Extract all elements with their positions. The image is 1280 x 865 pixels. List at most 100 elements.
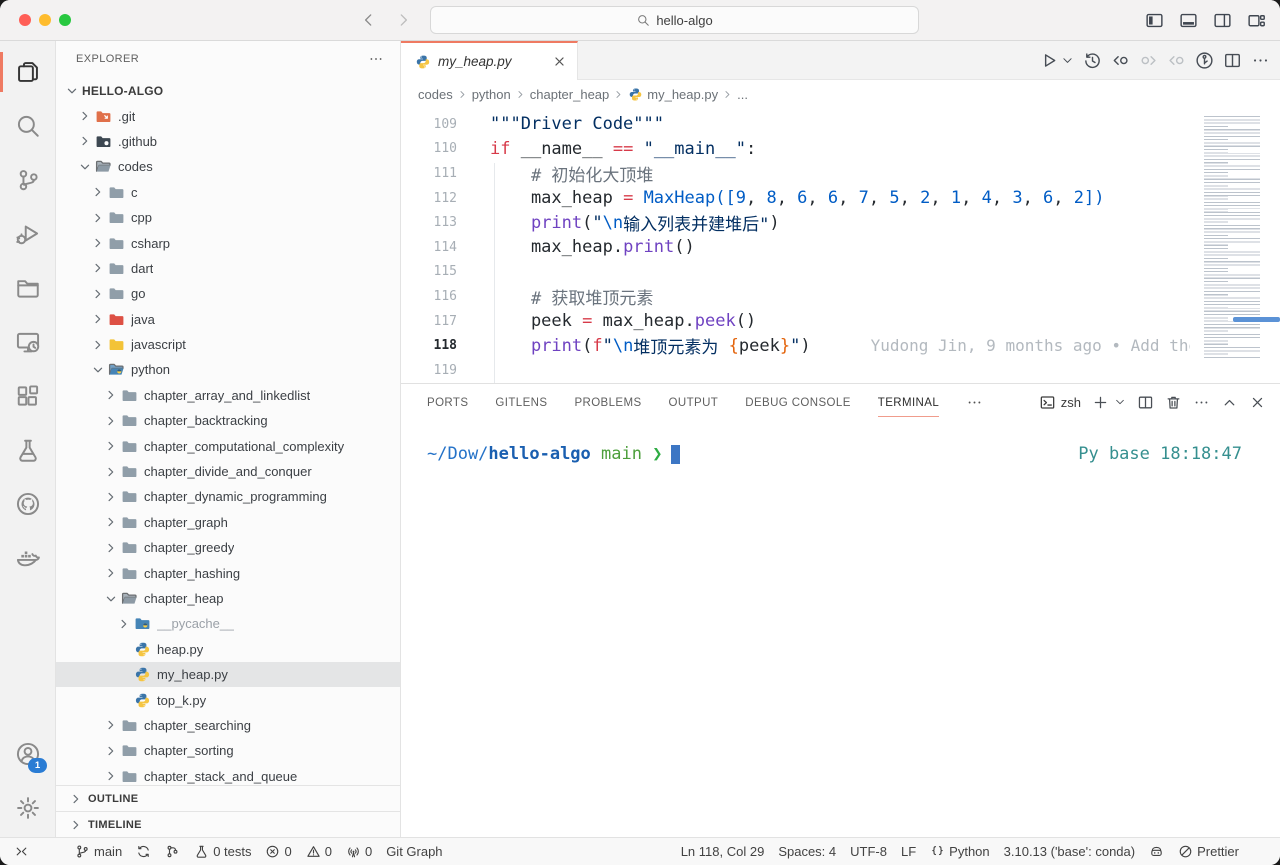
activity-testing-button[interactable]	[0, 425, 55, 475]
code-line-117[interactable]: 117 peek = max_heap.peek()	[401, 309, 1190, 334]
ellipsis-icon[interactable]	[1251, 51, 1270, 70]
navigate-forward-icon[interactable]	[394, 11, 412, 29]
chevron-down-icon[interactable]	[1114, 396, 1126, 408]
tree-item-chapter_heap[interactable]: chapter_heap	[56, 586, 400, 611]
code-line-111[interactable]: 111 # 初始化大顶堆	[401, 161, 1190, 186]
panel-tab-problems[interactable]: PROBLEMS	[574, 388, 641, 417]
tree-item-dart[interactable]: dart	[56, 256, 400, 281]
code-line-112[interactable]: 112 max_heap = MaxHeap([9, 8, 6, 6, 7, 5…	[401, 186, 1190, 211]
activity-search-button[interactable]	[0, 101, 55, 151]
status-branch[interactable]: main	[75, 844, 122, 859]
code-editor[interactable]: 109"""Driver Code"""110if __name__ == "_…	[401, 108, 1280, 383]
activity-remote-explorer-button[interactable]	[0, 317, 55, 367]
activity-project-folder-button[interactable]	[0, 263, 55, 313]
add-icon[interactable]	[1092, 394, 1109, 411]
tab-my-heap[interactable]: my_heap.py	[401, 41, 578, 80]
layout-sidebar-right-icon[interactable]	[1213, 11, 1232, 30]
close-window-button[interactable]	[19, 14, 31, 26]
activity-account-button[interactable]: 1	[0, 729, 55, 779]
tree-item-cpp[interactable]: cpp	[56, 205, 400, 230]
minimize-window-button[interactable]	[39, 14, 51, 26]
tree-item-__pycache__[interactable]: __pycache__	[56, 611, 400, 636]
status-beaker[interactable]: 0 tests	[194, 844, 251, 859]
history-icon[interactable]	[1083, 51, 1102, 70]
breadcrumb-item[interactable]: my_heap.py	[628, 87, 718, 102]
panel-more-tabs-icon[interactable]	[966, 394, 983, 411]
tree-item-top_kpy[interactable]: top_k.py	[56, 687, 400, 712]
minimap[interactable]	[1192, 108, 1280, 383]
command-center-search[interactable]: hello-algo	[430, 6, 919, 34]
breadcrumb-item[interactable]: python	[472, 87, 511, 102]
tree-item-my_heappy[interactable]: my_heap.py	[56, 662, 400, 687]
status-remote[interactable]	[14, 844, 29, 859]
status-radio-tower[interactable]: 0	[346, 844, 372, 859]
chevron-up-icon[interactable]	[1221, 394, 1238, 411]
status-braces[interactable]: Python	[930, 844, 989, 859]
close-icon[interactable]	[1249, 394, 1266, 411]
layout-panel-icon[interactable]	[1179, 11, 1198, 30]
status-bell[interactable]	[1253, 844, 1268, 859]
trash-icon[interactable]	[1165, 394, 1182, 411]
activity-settings-button[interactable]	[0, 783, 55, 833]
split-editor-icon[interactable]	[1137, 394, 1154, 411]
code-line-119[interactable]: 119	[401, 358, 1190, 383]
panel-tab-terminal[interactable]: TERMINAL	[878, 388, 939, 417]
tree-item-HELLO-ALGO[interactable]: HELLO-ALGO	[56, 78, 400, 103]
tree-item-chapter_hashing[interactable]: chapter_hashing	[56, 560, 400, 585]
code-line-118[interactable]: 118 print(f"\n堆顶元素为 {peek}")Yudong Jin, …	[401, 333, 1190, 358]
code-line-116[interactable]: 116 # 获取堆顶元素	[401, 284, 1190, 309]
tree-item-codes[interactable]: codes	[56, 154, 400, 179]
tree-item-go[interactable]: go	[56, 281, 400, 306]
code-line-115[interactable]: 115	[401, 260, 1190, 285]
explorer-actions-icon[interactable]	[368, 51, 384, 67]
tree-item-github[interactable]: .github	[56, 129, 400, 154]
panel-tab-gitlens[interactable]: GITLENS	[495, 388, 547, 417]
code-line-109[interactable]: 109"""Driver Code"""	[401, 112, 1190, 137]
tree-item-c[interactable]: c	[56, 180, 400, 205]
tree-item-python[interactable]: python	[56, 357, 400, 382]
code-line-114[interactable]: 114 max_heap.print()	[401, 235, 1190, 260]
breadcrumb-item[interactable]: ...	[737, 87, 748, 102]
tree-item-chapter_graph[interactable]: chapter_graph	[56, 510, 400, 535]
activity-run-debug-button[interactable]	[0, 209, 55, 259]
code-line-113[interactable]: 113 print("\n输入列表并建堆后")	[401, 210, 1190, 235]
status-copilot[interactable]	[1149, 844, 1164, 859]
tree-item-java[interactable]: java	[56, 307, 400, 332]
section-timeline[interactable]: TIMELINE	[56, 811, 400, 837]
tree-item-chapter_divide_and_conquer[interactable]: chapter_divide_and_conquer	[56, 459, 400, 484]
status-prettier[interactable]: Prettier	[1178, 844, 1239, 859]
status-warning[interactable]: 0	[306, 844, 332, 859]
status-sync[interactable]	[136, 844, 151, 859]
tree-item-csharp[interactable]: csharp	[56, 230, 400, 255]
status-ln-118-col-29[interactable]: Ln 118, Col 29	[681, 844, 765, 859]
status-git-graph[interactable]	[165, 844, 180, 859]
panel-tab-ports[interactable]: PORTS	[427, 388, 468, 417]
status-spaces-4[interactable]: Spaces: 4	[778, 844, 836, 859]
layout-customize-icon[interactable]	[1247, 11, 1266, 30]
ellipsis-icon[interactable]	[1193, 394, 1210, 411]
status-lf[interactable]: LF	[901, 844, 916, 859]
status-3-10-13-base-conda-[interactable]: 3.10.13 ('base': conda)	[1004, 844, 1135, 859]
gitlens-graph-icon[interactable]	[1195, 51, 1214, 70]
activity-extensions-button[interactable]	[0, 371, 55, 421]
tree-item-javascript[interactable]: javascript	[56, 332, 400, 357]
section-outline[interactable]: OUTLINE	[56, 785, 400, 811]
split-editor-icon[interactable]	[1223, 51, 1242, 70]
breadcrumb-item[interactable]: codes	[418, 87, 453, 102]
tree-item-chapter_sorting[interactable]: chapter_sorting	[56, 738, 400, 763]
code-line-110[interactable]: 110if __name__ == "__main__":	[401, 137, 1190, 162]
tree-item-chapter_backtracking[interactable]: chapter_backtracking	[56, 408, 400, 433]
layout-sidebar-left-icon[interactable]	[1145, 11, 1164, 30]
activity-github-button[interactable]	[0, 479, 55, 529]
activity-explorer-button[interactable]	[0, 47, 55, 97]
tree-item-chapter_searching[interactable]: chapter_searching	[56, 713, 400, 738]
tree-item-chapter_array_and_linkedlist[interactable]: chapter_array_and_linkedlist	[56, 383, 400, 408]
open-changes-icon[interactable]	[1111, 51, 1130, 70]
close-tab-icon[interactable]	[552, 54, 567, 69]
tree-item-git[interactable]: .git	[56, 103, 400, 128]
status-error[interactable]: 0	[265, 844, 291, 859]
activity-source-control-button[interactable]	[0, 155, 55, 205]
tree-item-chapter_greedy[interactable]: chapter_greedy	[56, 535, 400, 560]
navigate-back-icon[interactable]	[360, 11, 378, 29]
tree-item-heappy[interactable]: heap.py	[56, 637, 400, 662]
